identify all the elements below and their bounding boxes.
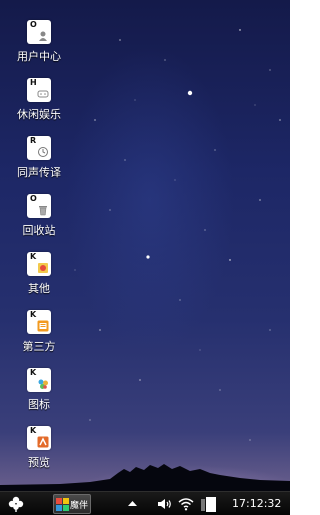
trash-icon: O	[27, 194, 51, 218]
clock-icon: R	[27, 136, 51, 160]
palette-icon: K	[27, 368, 51, 392]
misc-icon: K	[27, 252, 51, 276]
desktop-icon-label: 用户中心	[17, 50, 61, 63]
desktop-icon-label: 同声传译	[17, 166, 61, 179]
taskbar: 魔伴 17:12:32	[0, 491, 290, 515]
desktop-icon-label: 其他	[28, 282, 50, 295]
desktop-icon-icons[interactable]: K 图标	[14, 368, 64, 420]
desktop-icon-label: 回收站	[22, 224, 56, 237]
desktop-icon-label: 第三方	[22, 340, 56, 353]
wifi-icon[interactable]	[178, 497, 194, 511]
desktop-icon-label: 图标	[28, 398, 50, 411]
desktop-icon-recycle-bin[interactable]: O 回收站	[14, 194, 64, 246]
desktop-icon-other[interactable]: K 其他	[14, 252, 64, 304]
clover-icon[interactable]	[7, 495, 25, 513]
desktop-icon-interpretation[interactable]: R 同声传译	[14, 136, 64, 188]
desktop-icon-user-center[interactable]: O 用户中心	[14, 20, 64, 72]
desktop-icon-label: 预览	[28, 456, 50, 469]
taskbar-app-button[interactable]: 魔伴	[53, 494, 91, 514]
desktop-icon-label: 休闲娱乐	[17, 108, 61, 121]
desktop: O 用户中心 H 休闲娱乐 R 同声传译 O 回收站 K 其他 K 第三方 K …	[0, 0, 290, 491]
desktop-icon-leisure[interactable]: H 休闲娱乐	[14, 78, 64, 130]
clock[interactable]: 17:12:32	[232, 497, 281, 510]
tray-expand-icon[interactable]	[128, 500, 137, 507]
desktop-icon-third-party[interactable]: K 第三方	[14, 310, 64, 362]
preview-icon: K	[27, 426, 51, 450]
gamepad-icon: H	[27, 78, 51, 102]
app-logo-icon	[56, 497, 69, 511]
thirdparty-icon: K	[27, 310, 51, 334]
taskbar-app-label: 魔伴	[70, 500, 89, 511]
desktop-icon-preview[interactable]: K 预览	[14, 426, 64, 478]
volume-icon[interactable]	[157, 498, 173, 510]
user-icon: O	[27, 20, 51, 44]
battery-icon[interactable]	[201, 496, 217, 512]
